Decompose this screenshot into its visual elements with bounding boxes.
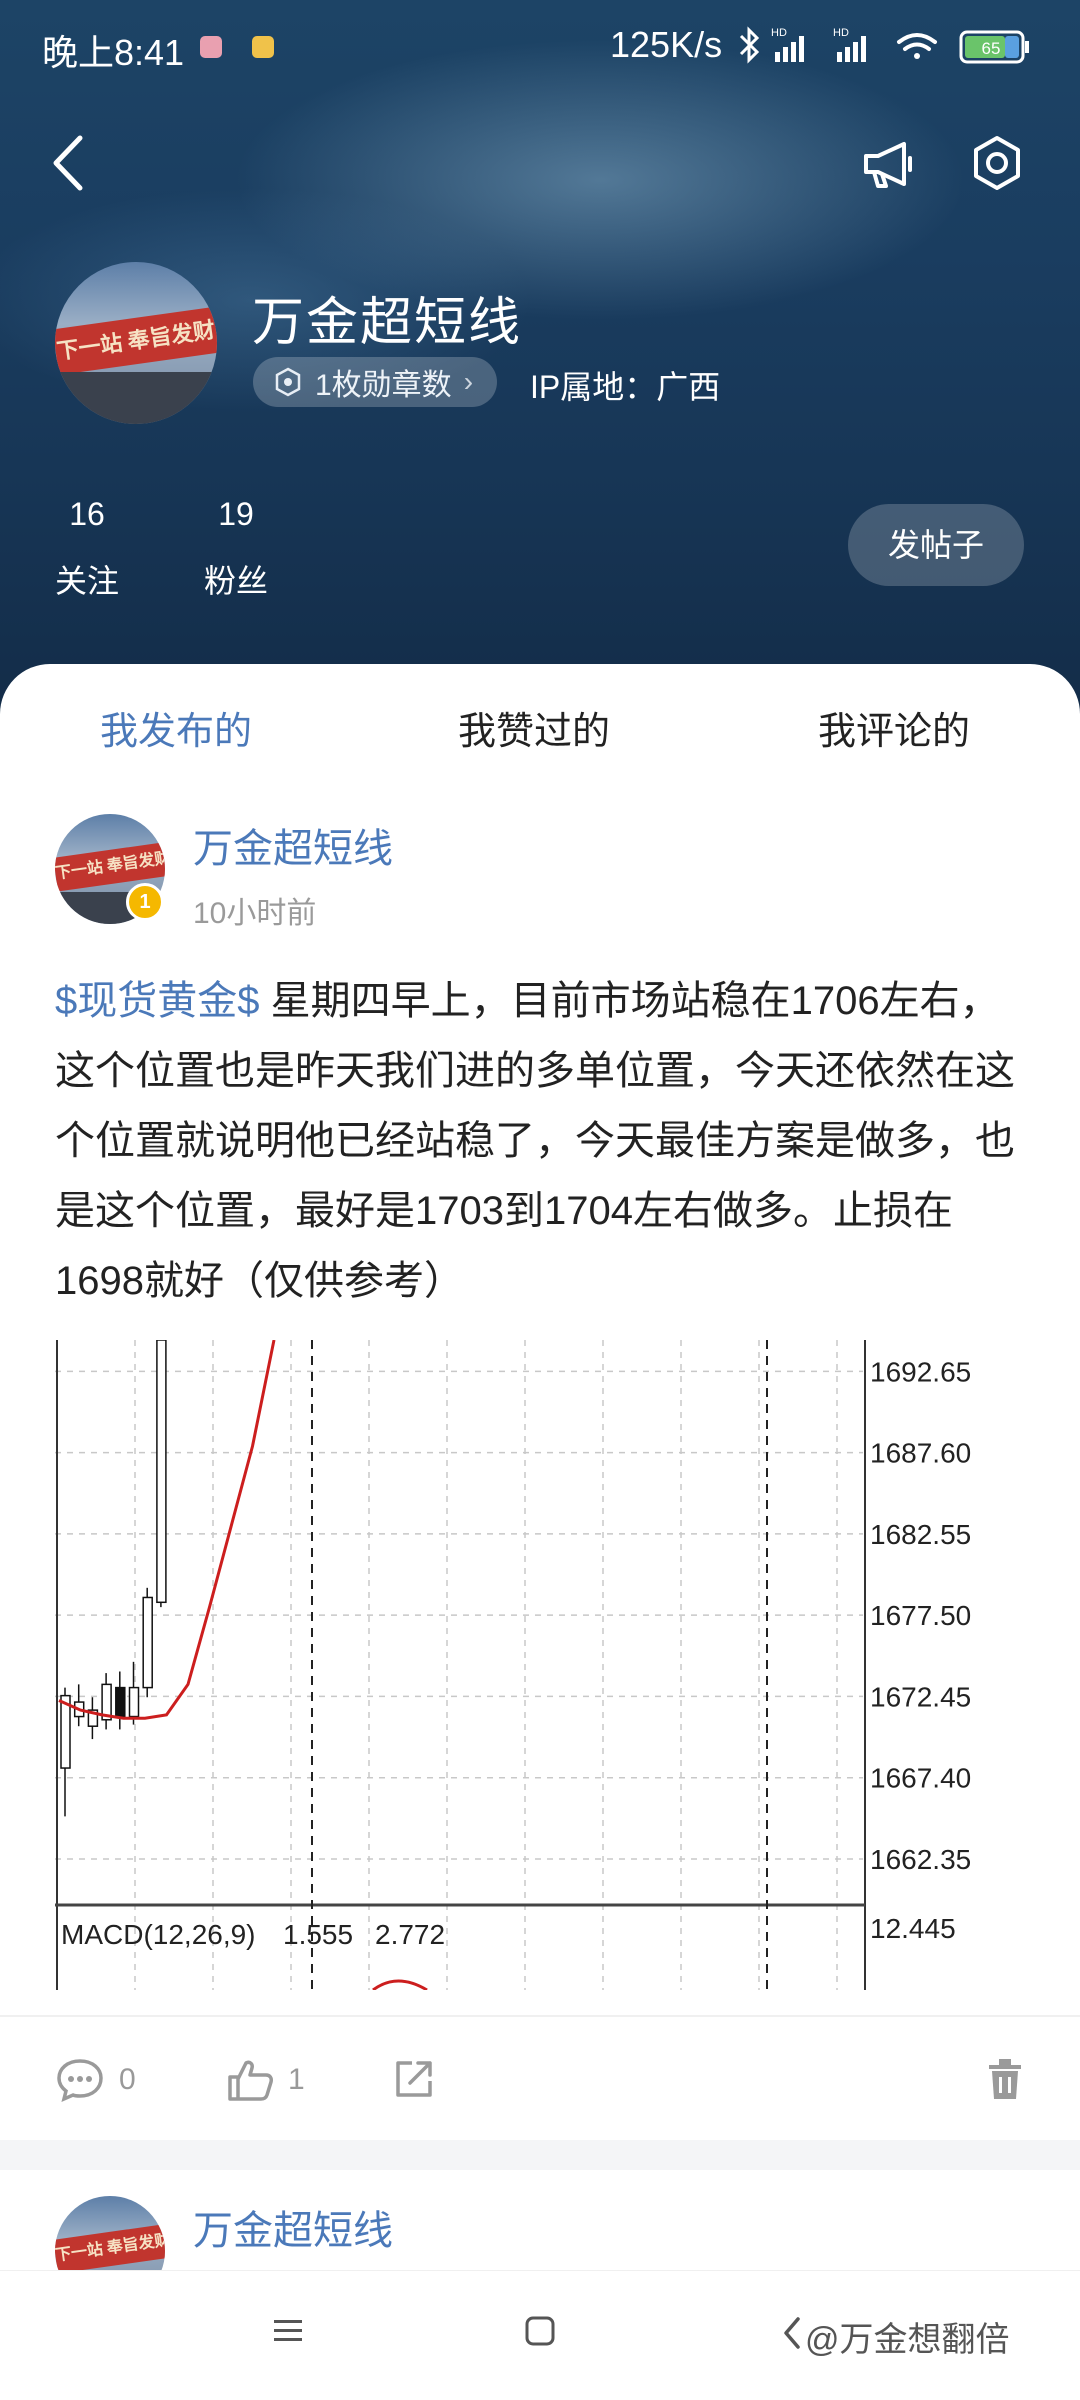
tab-my-posts[interactable]: 我发布的 (100, 700, 252, 755)
network-speed: 125K/s (610, 24, 723, 65)
following-count[interactable]: 16 (37, 496, 137, 533)
post-topic-tag[interactable]: $现货黄金$ (55, 979, 260, 1023)
wifi-icon (897, 33, 937, 59)
candle (142, 1596, 153, 1689)
profile-avatar[interactable]: 下一站 奉旨发财 (55, 262, 217, 424)
post-text: 星期四早上，目前市场站稳在1706左右，这个位置也是昨天我们进的多单位置，今天还… (55, 979, 1015, 1303)
comment-icon (57, 2059, 103, 2103)
back-arrow-icon[interactable] (46, 130, 92, 196)
profile-name: 万金超短线 (252, 294, 523, 352)
post-timestamp: 10小时前 (193, 897, 317, 930)
create-post-button[interactable]: 发帖子 (848, 504, 1024, 586)
menu-icon[interactable] (272, 2317, 304, 2345)
following-label[interactable]: 关注 (37, 556, 137, 602)
medal-count-button[interactable]: 1枚勋章数 › (253, 357, 498, 407)
signal-icon: HD (833, 27, 866, 62)
trash-icon (989, 2059, 1021, 2099)
comment-count: 0 (119, 2063, 136, 2096)
price-tick-label: 1682.55 (870, 1519, 971, 1550)
chevron-right-icon: › (463, 366, 474, 397)
watermark: @万金想翻倍 (805, 2321, 1010, 2359)
candle (156, 1340, 167, 1604)
macd-tick-label: 12.445 (870, 1913, 956, 1944)
post-separator (0, 2140, 1080, 2170)
followers-label[interactable]: 粉丝 (186, 556, 286, 602)
avatar-banner-text: 下一站 奉旨发财 (55, 2231, 165, 2265)
price-tick-labels: 1692.65 1687.60 1682.55 1677.50 1672.45 1667.… (870, 1356, 971, 1875)
tab-commented[interactable]: 我评论的 (818, 700, 970, 755)
like-button[interactable]: 1 (226, 2057, 305, 2103)
status-icons: HD HD 65 (739, 26, 1029, 64)
settings-icon[interactable] (968, 134, 1026, 192)
bluetooth-icon (739, 26, 760, 64)
price-tick-label: 1687.60 (870, 1438, 971, 1469)
macd-label: MACD(12,26,9) (61, 1919, 256, 1950)
svg-text:65: 65 (982, 39, 1001, 58)
post-author-name[interactable]: 万金超短线 (193, 2198, 393, 2256)
post-chart-image[interactable]: 1692.65 1687.60 1682.55 1677.50 1672.45 1667.… (55, 1340, 1045, 1990)
post-author-name[interactable]: 万金超短线 (193, 816, 393, 874)
svg-text:HD: HD (771, 27, 787, 39)
back-icon[interactable] (780, 2315, 804, 2351)
megaphone-icon[interactable] (860, 136, 916, 192)
share-icon (396, 2061, 432, 2097)
chart-grid (55, 1340, 863, 1990)
candle (60, 1694, 71, 1769)
status-time: 晚上8:41 (42, 32, 185, 73)
comment-button[interactable]: 0 (55, 2057, 136, 2103)
candle (115, 1686, 126, 1718)
home-icon[interactable] (524, 2315, 556, 2347)
macd-value: 1.555 (283, 1919, 353, 1950)
level-badge: 1 (126, 883, 164, 921)
candle (128, 1686, 140, 1718)
followers-count[interactable]: 19 (186, 496, 286, 533)
ip-location: IP属地：广西 (530, 369, 721, 405)
price-tick-label: 1672.45 (870, 1681, 971, 1712)
thumbs-up-icon (228, 2060, 273, 2101)
macd-value: 2.772 (375, 1919, 445, 1950)
notification-icon (252, 36, 274, 58)
price-tick-label: 1677.50 (870, 1600, 971, 1631)
candlesticks (60, 1340, 167, 1817)
post-content[interactable]: $现货黄金$ 星期四早上，目前市场站稳在1706左右，这个位置也是昨天我们进的多… (55, 966, 1035, 1316)
tab-liked[interactable]: 我赞过的 (458, 700, 610, 755)
share-button[interactable] (392, 2057, 450, 2101)
signal-icon: HD (771, 27, 804, 62)
avatar-banner-text: 下一站 奉旨发财 (55, 317, 217, 364)
medal-icon (275, 367, 301, 397)
medal-count-label: 1枚勋章数 (315, 369, 452, 402)
like-count: 1 (288, 2063, 305, 2096)
post-actions: 0 1 (0, 2015, 1080, 2140)
notification-icon (200, 36, 222, 58)
status-bar: 晚上8:41 125K/s HD HD 65 (0, 0, 1080, 96)
delete-button[interactable] (985, 2057, 1039, 2101)
price-tick-label: 1662.35 (870, 1844, 971, 1875)
macd-line (372, 1979, 428, 1990)
price-tick-label: 1692.65 (870, 1356, 971, 1387)
svg-text:HD: HD (833, 27, 849, 39)
battery-icon: 65 (959, 30, 1029, 64)
price-tick-label: 1667.40 (870, 1763, 971, 1794)
